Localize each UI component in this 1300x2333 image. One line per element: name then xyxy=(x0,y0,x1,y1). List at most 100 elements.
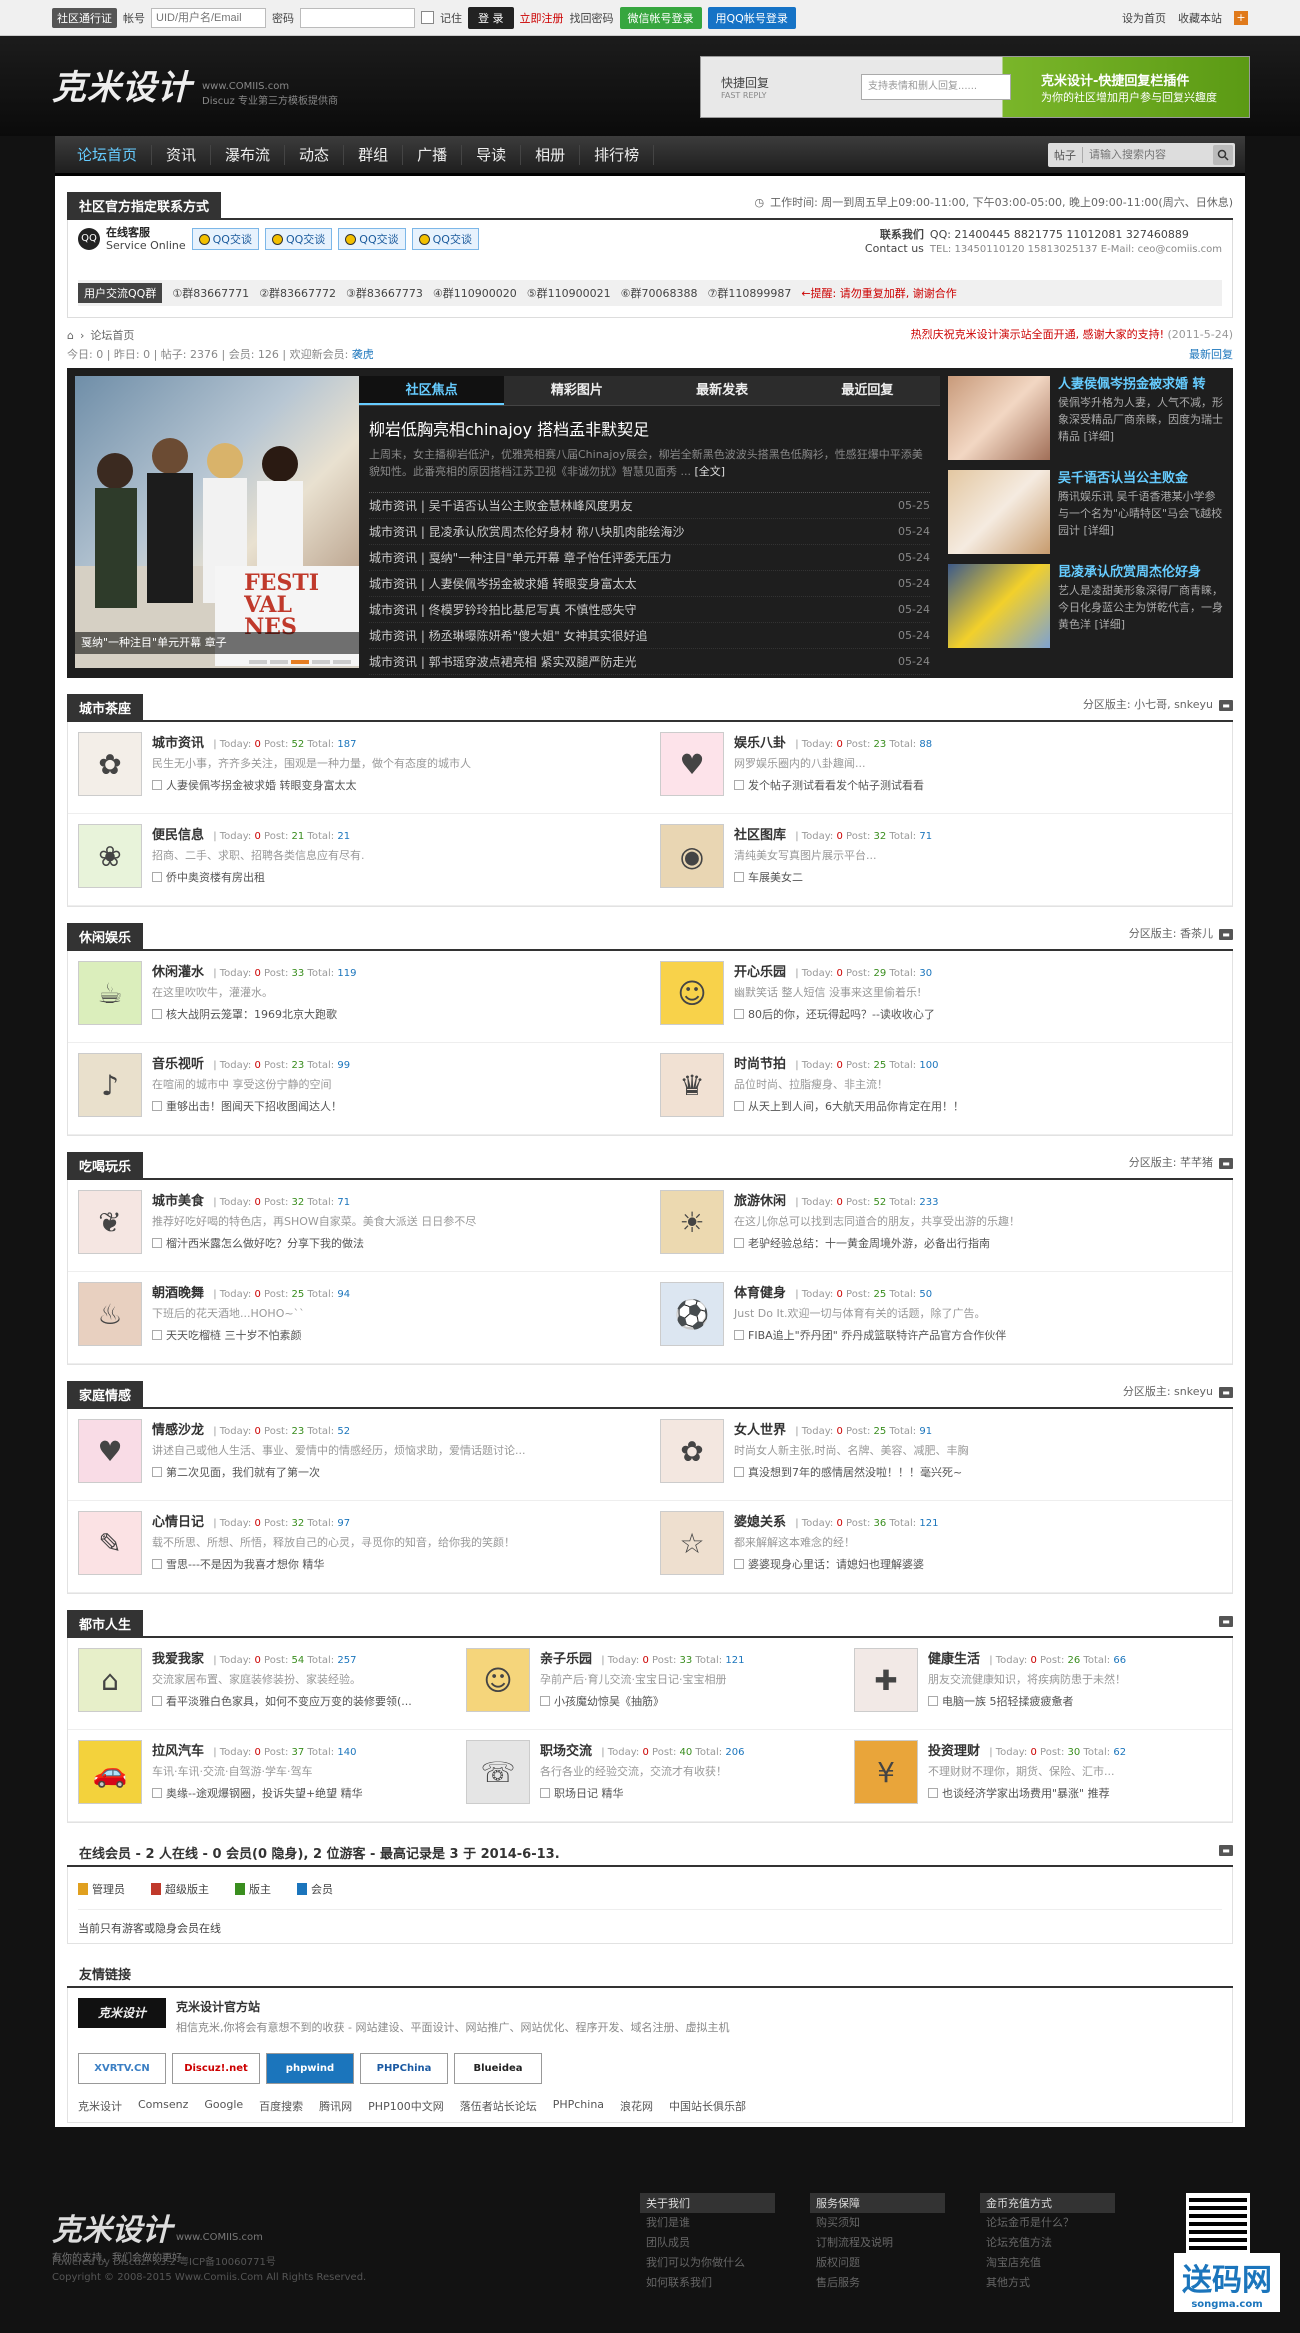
forum-item[interactable]: ◉ 社区图库 | Today: 0 Post: 32 Total: 71 清纯美… xyxy=(650,814,1232,906)
nav-item-guide[interactable]: 导读 xyxy=(462,144,522,165)
nav-item-waterfall[interactable]: 瀑布流 xyxy=(211,144,286,165)
forum-item[interactable]: 🚗 拉风汽车 | Today: 0 Post: 37 Total: 140 车讯… xyxy=(68,1730,456,1822)
forum-last-post[interactable]: 老驴经验总结：十一黄金周境外游，必备出行指南 xyxy=(748,1235,990,1251)
forum-icon[interactable]: ♨ xyxy=(78,1282,142,1346)
slide-dot[interactable] xyxy=(249,660,267,664)
forum-icon[interactable]: ☀ xyxy=(660,1190,724,1254)
forum-last-post[interactable]: 人妻侯佩岑拐金被求婚 转眼变身富太太 xyxy=(166,777,357,793)
forum-last-post[interactable]: 侨中奥资楼有房出租 xyxy=(166,869,265,885)
forum-name[interactable]: 投资理财 xyxy=(928,1744,980,1759)
forum-name[interactable]: 亲子乐园 xyxy=(540,1652,592,1667)
collapse-icon[interactable]: ▬ xyxy=(1219,1615,1233,1627)
forum-item[interactable]: ✿ 城市资讯 | Today: 0 Post: 52 Total: 187 民生… xyxy=(68,722,650,814)
new-member-link[interactable]: 袭虎 xyxy=(352,348,374,361)
forum-last-post[interactable]: 真没想到7年的感情居然没啦！！！毫兴死~ xyxy=(748,1464,962,1480)
focus-headline[interactable]: 柳岩低胸亮相chinajoy 搭档孟非默契足 xyxy=(369,416,930,440)
forum-icon[interactable]: 🚗 xyxy=(78,1740,142,1804)
forum-last-post[interactable]: 榴汁西米露怎么做好吃？分享下我的做法 xyxy=(166,1235,364,1251)
text-link[interactable]: 腾讯网 xyxy=(319,2098,352,2114)
section-title[interactable]: 休闲娱乐 xyxy=(67,923,144,951)
list-item[interactable]: 城市资讯 | 戛纳"一种注目"单元开幕 章子怡任评委无压力 05-24 xyxy=(369,545,930,571)
text-link[interactable]: Google xyxy=(204,2098,243,2114)
text-link[interactable]: PHPchina xyxy=(553,2098,604,2114)
forum-name[interactable]: 娱乐八卦 xyxy=(734,736,786,751)
forum-icon[interactable]: ✿ xyxy=(78,732,142,796)
slide-dot[interactable] xyxy=(312,660,330,664)
list-item[interactable]: 城市资讯 | 吴千语否认当公主败金慧林峰风度男友 05-25 xyxy=(369,493,930,519)
forum-last-post[interactable]: 雪思---不是因为我喜才想你 精华 xyxy=(166,1556,324,1572)
qq-login-button[interactable]: 用QQ帐号登录 xyxy=(707,6,796,29)
link-badge[interactable]: Discuz!.net xyxy=(172,2053,260,2084)
forum-icon[interactable]: ☺ xyxy=(466,1648,530,1712)
forum-last-post[interactable]: 婆婆现身心里话：请媳妇也理解婆婆 xyxy=(748,1556,924,1572)
forum-last-post[interactable]: 也谈经济学家出场费用"暴涨" 推荐 xyxy=(942,1785,1110,1801)
forum-name[interactable]: 女人世界 xyxy=(734,1423,786,1438)
forum-last-post[interactable]: 电脑一族 5招轻揉疲疲惫者 xyxy=(942,1693,1074,1709)
nav-item-ranking[interactable]: 排行榜 xyxy=(580,144,655,165)
nav-item-broadcast[interactable]: 广播 xyxy=(403,144,463,165)
forum-icon[interactable]: ❦ xyxy=(78,1190,142,1254)
slide-dot[interactable] xyxy=(270,660,288,664)
forum-name[interactable]: 情感沙龙 xyxy=(152,1423,204,1438)
latest-reply-link[interactable]: 最新回复 xyxy=(1189,346,1233,362)
footer-link[interactable]: 论坛金币是什么？ xyxy=(980,2213,1115,2233)
footer-link[interactable]: 如何联系我们 xyxy=(640,2273,775,2293)
forum-name[interactable]: 社区图库 xyxy=(734,828,786,843)
footer-link[interactable]: 论坛充值方法 xyxy=(980,2233,1115,2253)
slide-dot[interactable] xyxy=(291,660,309,664)
forum-name[interactable]: 时尚节拍 xyxy=(734,1057,786,1072)
link-badge[interactable]: XVRTV.CN xyxy=(78,2053,166,2084)
forum-icon[interactable]: ◉ xyxy=(660,824,724,888)
forum-last-post[interactable]: 天天吃榴梿 三十岁不怕素颜 xyxy=(166,1327,302,1343)
link-site[interactable]: 克米设计 克米设计官方站 相信克米,你将会有意想不到的收获 - 网站建设、平面设计… xyxy=(68,1988,1232,2045)
tab-focus[interactable]: 社区焦点 xyxy=(359,376,505,405)
footer-link[interactable]: 订制流程及说明 xyxy=(810,2233,945,2253)
forum-name[interactable]: 职场交流 xyxy=(540,1744,592,1759)
text-link[interactable]: 百度搜索 xyxy=(259,2098,303,2114)
list-item[interactable]: 城市资讯 | 杨丞琳曝陈妍希"傻大姐" 女神其实很好追 05-24 xyxy=(369,623,930,649)
collapse-icon[interactable]: ▬ xyxy=(1219,1844,1233,1856)
forum-item[interactable]: ☆ 婆媳关系 | Today: 0 Post: 36 Total: 121 都来… xyxy=(650,1501,1232,1593)
side-feature[interactable]: 昆凌承认欣赏周杰伦好身 艺人是凌甜美形象深得厂商青睐，今日化身蓝公主为饼乾代言，一… xyxy=(948,564,1225,658)
forum-item[interactable]: ☏ 职场交流 | Today: 0 Post: 40 Total: 206 各行… xyxy=(456,1730,844,1822)
text-link[interactable]: 落伍者站长论坛 xyxy=(460,2098,537,2114)
forum-last-post[interactable]: 重够出击！图闻天下招收图闻达人！ xyxy=(166,1098,342,1114)
notice-link[interactable]: 热烈庆祝克米设计演示站全面开通, 感谢大家的支持! xyxy=(911,328,1164,341)
text-link[interactable]: 中国站长俱乐部 xyxy=(669,2098,746,2114)
find-password-link[interactable]: 找回密码 xyxy=(570,10,614,26)
add-favorite-link[interactable]: 收藏本站 xyxy=(1178,10,1222,26)
password-input[interactable] xyxy=(300,7,415,28)
forum-last-post[interactable]: 第二次见面，我们就有了第一次 xyxy=(166,1464,320,1480)
register-link[interactable]: 立即注册 xyxy=(520,10,564,26)
forum-icon[interactable]: ♪ xyxy=(78,1053,142,1117)
forum-item[interactable]: ♥ 娱乐八卦 | Today: 0 Post: 23 Total: 88 网罗娱… xyxy=(650,722,1232,814)
section-title[interactable]: 家庭情感 xyxy=(67,1381,144,1409)
tab-pictures[interactable]: 精彩图片 xyxy=(504,376,649,405)
forum-item[interactable]: ☕ 休闲灌水 | Today: 0 Post: 33 Total: 119 在这… xyxy=(68,951,650,1043)
header-ad-banner[interactable]: 快捷回复 FAST REPLY 支持表情和删人回复...... 克米设计-快捷回复… xyxy=(700,56,1250,118)
text-link[interactable]: Comsenz xyxy=(138,2098,188,2114)
login-button[interactable]: 登 录 xyxy=(468,6,514,29)
text-link[interactable]: PHP100中文网 xyxy=(368,2098,444,2114)
full-text-link[interactable]: [全文] xyxy=(694,465,725,478)
nav-item-home[interactable]: 论坛首页 xyxy=(63,144,153,165)
forum-name[interactable]: 心情日记 xyxy=(152,1515,204,1530)
forum-item[interactable]: ❀ 便民信息 | Today: 0 Post: 21 Total: 21 招商、… xyxy=(68,814,650,906)
forum-name[interactable]: 婆媳关系 xyxy=(734,1515,786,1530)
forum-name[interactable]: 朝酒晚舞 xyxy=(152,1286,204,1301)
forum-icon[interactable]: ♥ xyxy=(78,1419,142,1483)
footer-link[interactable]: 其他方式 xyxy=(980,2273,1115,2293)
section-title[interactable]: 吃喝玩乐 xyxy=(67,1152,144,1180)
forum-name[interactable]: 休闲灌水 xyxy=(152,965,204,980)
forum-item[interactable]: ♨ 朝酒晚舞 | Today: 0 Post: 25 Total: 94 下班后… xyxy=(68,1272,650,1364)
search-icon[interactable] xyxy=(1213,144,1233,165)
forum-icon[interactable]: ❀ xyxy=(78,824,142,888)
forum-last-post[interactable]: 从天上到人间，6大航天用品你肯定在用！！ xyxy=(748,1098,964,1114)
set-homepage-link[interactable]: 设为首页 xyxy=(1122,10,1166,26)
link-badge[interactable]: Blueidea xyxy=(454,2053,542,2084)
side-feature[interactable]: 人妻侯佩岑拐金被求婚 转侯佩岑升格为人妻，人气不减，形象深受精品厂商亲睐，因度为… xyxy=(948,376,1225,470)
list-item[interactable]: 城市资讯 | 人妻侯佩岑拐金被求婚 转眼变身富太太 05-24 xyxy=(369,571,930,597)
forum-icon[interactable]: ☕ xyxy=(78,961,142,1025)
remember-checkbox[interactable] xyxy=(421,11,434,24)
nav-item-news[interactable]: 资讯 xyxy=(152,144,212,165)
